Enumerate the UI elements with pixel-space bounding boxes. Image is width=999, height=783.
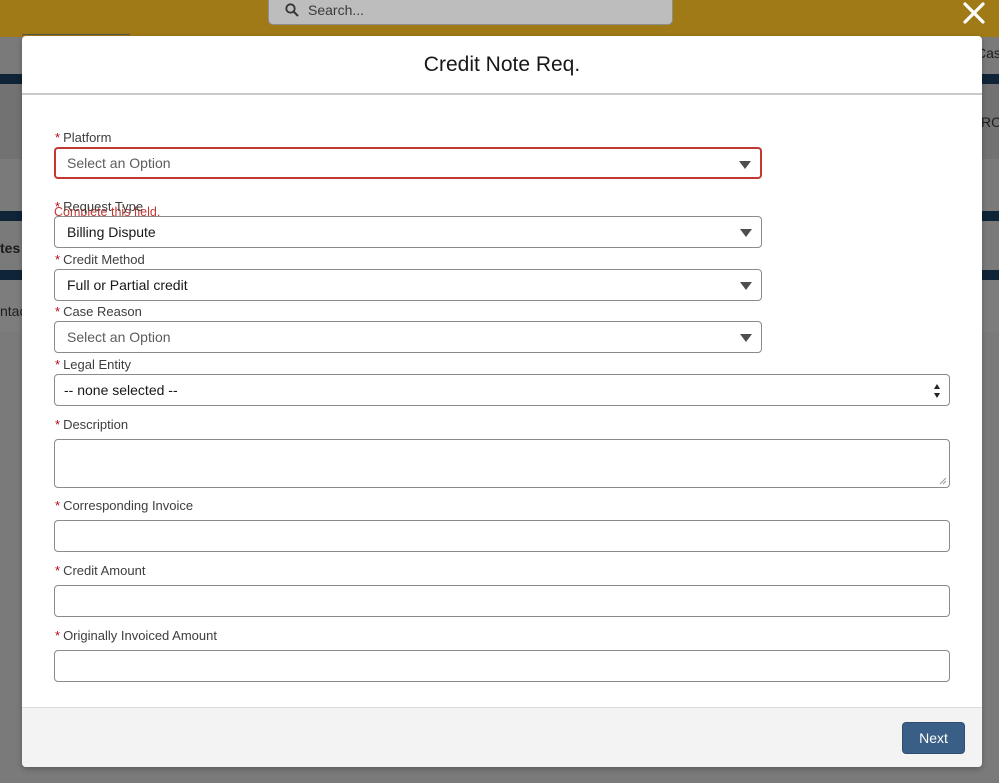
resize-grip-icon[interactable] [939,477,947,485]
description-textarea[interactable] [54,439,950,488]
originally-invoiced-amount-label: * Originally Invoiced Amount [55,628,217,643]
required-marker: * [55,199,61,214]
description-label: * Description [55,417,129,432]
chevron-down-icon [740,334,752,342]
legal-entity-select[interactable]: -- none selected -- [54,374,950,406]
modal-header: Credit Note Req. [22,36,982,95]
credit-method-label: * Credit Method [55,252,145,267]
required-marker: * [55,628,61,643]
chevron-down-icon [739,161,751,169]
corresponding-invoice-label: * Corresponding Invoice [55,498,194,513]
credit-amount-label: * Credit Amount [55,563,146,578]
required-marker: * [55,417,61,432]
corresponding-invoice-input[interactable] [54,520,950,552]
required-marker: * [55,498,61,513]
case-reason-label: * Case Reason [55,304,142,319]
background-text: RO [981,114,999,130]
modal-body: * Platform Select an Option Complete this… [22,95,982,707]
request-type-value: Billing Dispute [67,224,156,240]
request-type-combobox[interactable]: Billing Dispute [54,216,762,248]
credit-method-combobox[interactable]: Full or Partial credit [54,269,762,301]
request-type-label: * Request Type [55,199,144,214]
platform-placeholder: Select an Option [67,155,171,171]
required-marker: * [55,357,61,372]
required-marker: * [55,304,61,319]
modal-footer: Next [22,707,982,767]
required-marker: * [55,252,61,267]
search-placeholder: Search... [308,1,365,18]
legal-entity-label: * Legal Entity [55,357,131,372]
platform-combobox[interactable]: Select an Option [54,147,762,179]
platform-label: * Platform [55,130,112,145]
credit-method-value: Full or Partial credit [67,277,188,293]
chevron-down-icon [740,282,752,290]
case-reason-placeholder: Select an Option [67,329,171,345]
required-marker: * [55,130,61,145]
next-button[interactable]: Next [902,722,965,754]
legal-entity-value: -- none selected -- [64,382,178,398]
credit-amount-input[interactable] [54,585,950,617]
close-icon[interactable] [961,0,987,26]
chevron-down-icon [740,229,752,237]
background-text: tes [0,240,21,256]
originally-invoiced-amount-input[interactable] [54,650,950,682]
modal-title: Credit Note Req. [423,52,581,76]
search-icon [285,2,299,17]
case-reason-combobox[interactable]: Select an Option [54,321,762,353]
credit-note-modal: Credit Note Req. * Platform Select an Opt… [22,36,982,767]
required-marker: * [55,563,61,578]
global-search-bar: Search... [268,0,673,25]
updown-arrows-icon [934,384,940,398]
